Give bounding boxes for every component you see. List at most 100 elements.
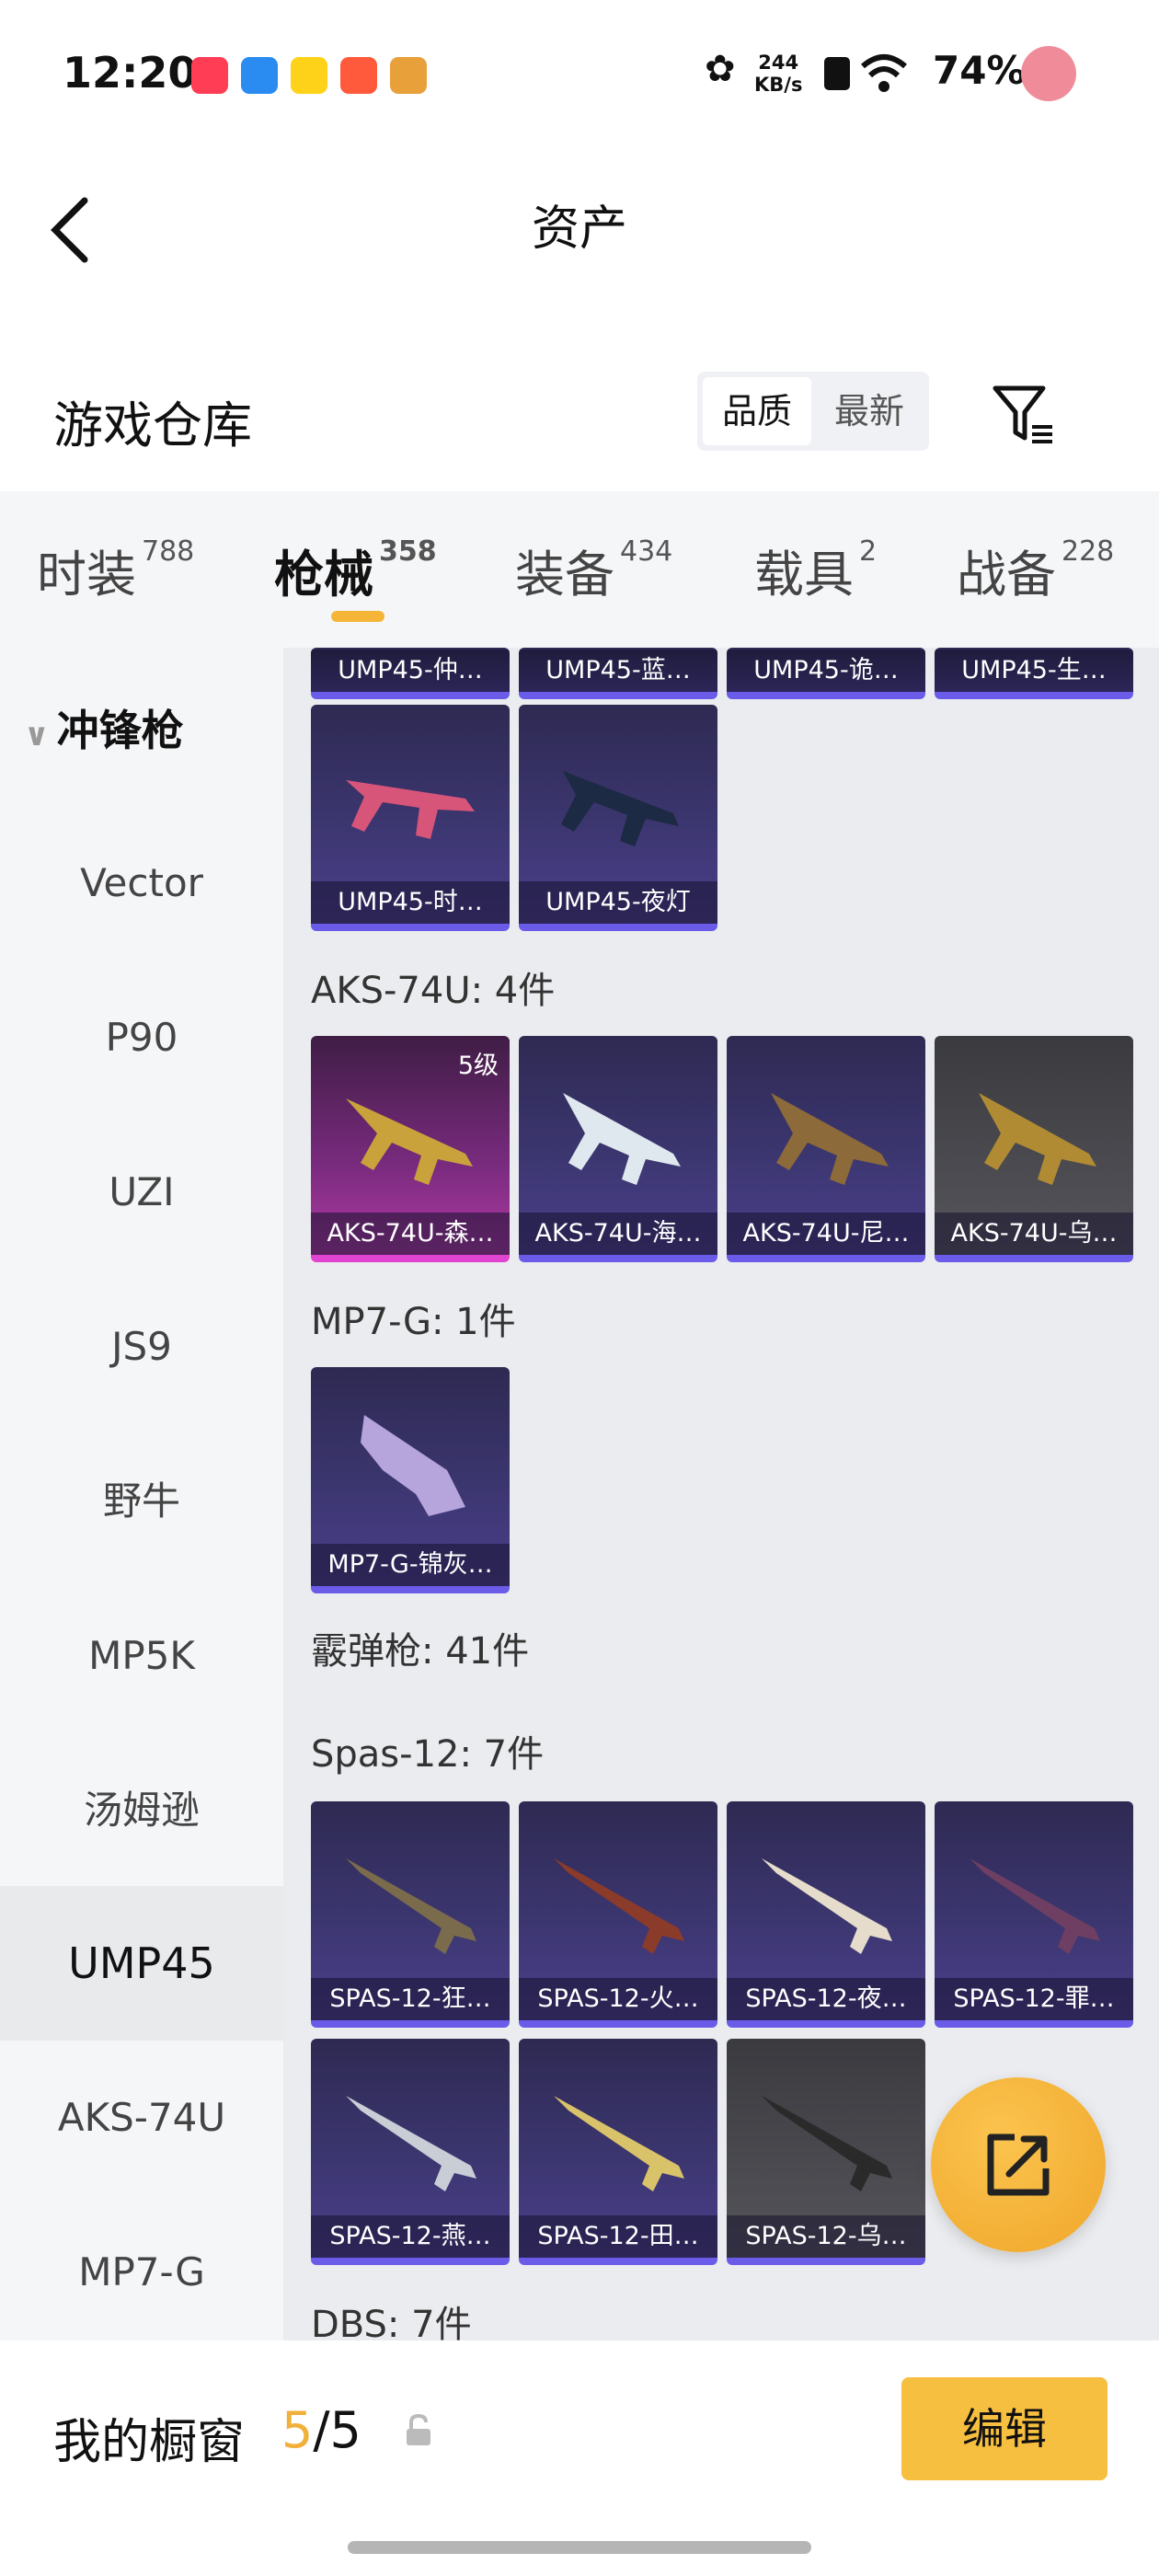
weapon-card[interactable]: UMP45-夜灯 [519,705,717,931]
sidebar-item-mp5k[interactable]: MP5K [0,1579,283,1733]
shotgun-icon [762,2096,892,2191]
weapon-card[interactable]: AKS-74U-乌… [935,1036,1133,1262]
tab-vehicles[interactable]: 载具 2 [754,534,877,606]
shotgun-icon [346,2096,476,2191]
smg-icon [346,780,475,839]
edit-button[interactable]: 编辑 [901,2377,1107,2480]
weapon-card[interactable]: SPAS-12-乌… [727,2039,925,2265]
weapon-name: AKS-74U-尼… [727,1213,925,1255]
app-icon-browser [241,57,278,94]
avatar-icon [1021,46,1076,101]
net-speed-unit: KB/s [754,74,803,96]
weapon-name: UMP45-仲… [311,650,510,692]
tab-outfit[interactable]: 时装 788 [37,534,194,606]
tab-label: 载具 [754,546,854,604]
weapon-card[interactable]: UMP45-诡… [727,648,925,699]
weapon-name: UMP45-生… [935,650,1133,692]
page-title: 资产 [531,201,627,257]
battery-level: 74% [933,48,1026,93]
weapon-card[interactable]: UMP45-蓝… [519,648,717,699]
shotgun-icon [762,1858,892,1954]
active-tab-indicator [331,611,384,622]
share-icon [987,2133,1050,2196]
net-speed: 244 KB/s [754,52,802,96]
sidebar-item-bison[interactable]: 野牛 [0,1424,283,1579]
weapon-name: AKS-74U-海… [519,1213,717,1255]
tab-count: 358 [379,535,437,568]
weapon-name: SPAS-12-狂… [311,1978,510,2020]
weapon-name: MP7-G-锦灰… [311,1544,510,1586]
shotgun-icon [346,1858,476,1954]
sidebar-item-aks74u[interactable]: AKS-74U [0,2041,283,2195]
tab-count: 788 [142,535,195,568]
sort-latest-button[interactable]: 最新 [815,377,924,445]
shotgun-icon [970,1858,1100,1954]
share-button[interactable] [931,2077,1106,2252]
app-icon-video [191,57,228,94]
weapon-card[interactable]: UMP45-时… [311,705,510,931]
tab-label: 时装 [37,546,136,604]
rifle-icon [346,1098,473,1185]
weapon-card[interactable]: SPAS-12-田… [519,2039,717,2265]
warehouse-title: 游戏仓库 [53,397,252,454]
group-header-spas12: Spas-12: 7件 [311,1733,545,1776]
weapon-card[interactable]: SPAS-12-燕… [311,2039,510,2265]
sidebar-category[interactable]: ∨ 冲锋枪 [24,697,184,758]
app-icon-game [390,57,427,94]
weapon-card[interactable]: UMP45-生… [935,648,1133,699]
shotgun-icon [554,2096,684,2191]
group-header-dbs: DBS: 7件 [311,2304,472,2340]
weapon-name: SPAS-12-夜… [727,1978,925,2020]
weapon-name: UMP45-蓝… [519,650,717,692]
weapon-card[interactable]: SPAS-12-火… [519,1801,717,2028]
tab-label: 装备 [515,546,614,604]
sidebar-item-vector[interactable]: Vector [0,806,283,960]
group-header-aks74u: AKS-74U: 4件 [311,970,556,1012]
weapon-name: SPAS-12-乌… [727,2215,925,2258]
weapon-card[interactable]: UMP45-仲… [311,648,510,699]
sidebar-category-label: 冲锋枪 [56,706,184,755]
weapon-card[interactable]: 5级 AKS-74U-森… [311,1036,510,1262]
rifle-icon [979,1093,1096,1185]
lock-icon [407,2413,430,2445]
tab-label: 枪械 [274,546,373,604]
sidebar-item-uzi[interactable]: UZI [0,1115,283,1270]
sort-quality-button[interactable]: 品质 [703,377,811,445]
weapon-name: AKS-74U-森… [311,1213,510,1255]
tab-equipment[interactable]: 装备 434 [515,534,672,606]
weapon-name: SPAS-12-火… [519,1978,717,2020]
weapon-card[interactable]: MP7-G-锦灰… [311,1367,510,1593]
tab-count: 2 [859,535,878,568]
weapon-name: SPAS-12-田… [519,2215,717,2258]
tab-label: 战备 [957,546,1056,604]
weapon-card[interactable]: SPAS-12-夜… [727,1801,925,2028]
weapon-name: UMP45-诡… [727,650,925,692]
weapon-card[interactable]: SPAS-12-狂… [311,1801,510,2028]
tab-firearms[interactable]: 枪械 358 [274,534,437,606]
tab-count: 434 [620,535,673,568]
category-tabs: 时装 788 枪械 358 装备 434 载具 2 战备 228 [0,491,1159,648]
tab-combat-gear[interactable]: 战备 228 [957,534,1114,606]
flower-icon: ✿ [705,48,736,90]
group-header-mp7g: MP7-G: 1件 [311,1301,516,1343]
weapon-name: SPAS-12-燕… [311,2215,510,2258]
weapon-card[interactable]: SPAS-12-罪… [935,1801,1133,2028]
smg-icon [361,1415,465,1516]
weapon-card[interactable]: AKS-74U-尼… [727,1036,925,1262]
smg-icon [561,771,679,846]
sidebar-item-thompson[interactable]: 汤姆逊 [0,1733,283,1888]
sidebar-item-js9[interactable]: JS9 [0,1270,283,1424]
sidebar-item-p90[interactable]: P90 [0,960,283,1115]
chevron-down-icon: ∨ [24,717,50,753]
rifle-icon [563,1093,681,1185]
group-header-shotgun: 霰弹枪: 41件 [311,1630,530,1673]
shotgun-icon [554,1858,684,1954]
sidebar-item-ump45[interactable]: UMP45 [0,1886,283,2041]
weapon-card[interactable]: AKS-74U-海… [519,1036,717,1262]
filter-icon[interactable] [990,381,1056,447]
sort-toggle: 品质 最新 [697,372,929,451]
sidebar-item-mp7g[interactable]: MP7-G [0,2195,283,2350]
rifle-icon [771,1093,889,1185]
weapon-name: AKS-74U-乌… [935,1213,1133,1255]
home-indicator[interactable] [348,2541,811,2554]
